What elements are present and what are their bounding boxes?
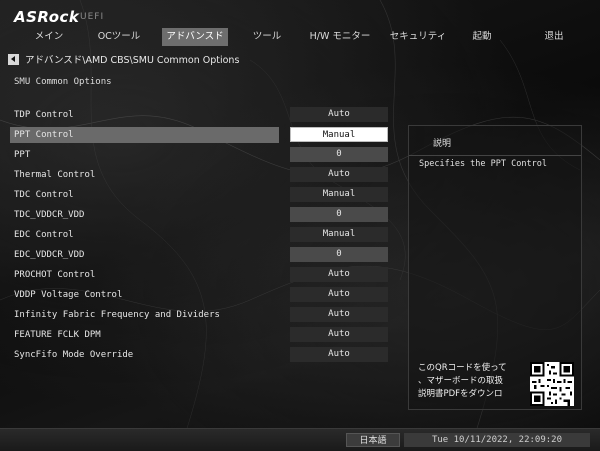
setting-value[interactable]: 0 [290, 147, 388, 162]
setting-label: EDC_VDDCR_VDD [14, 250, 85, 260]
setting-label: TDP Control [14, 110, 74, 120]
setting-row-infinity-fabric[interactable]: Infinity Fabric Frequency and Dividers A… [10, 307, 390, 323]
section-title: SMU Common Options [14, 77, 112, 87]
setting-label: PROCHOT Control [14, 270, 96, 280]
setting-label: TDC Control [14, 190, 74, 200]
setting-value[interactable]: Auto [290, 287, 388, 302]
setting-row-ppt[interactable]: PPT 0 [10, 147, 390, 163]
description-text: Specifies the PPT Control [419, 159, 547, 169]
setting-row-vddp-voltage-control[interactable]: VDDP Voltage Control Auto [10, 287, 390, 303]
qr-text-line: 説明書PDFをダウンロ [418, 389, 503, 399]
setting-row-prochot-control[interactable]: PROCHOT Control Auto [10, 267, 390, 283]
language-button[interactable]: 日本語 [346, 433, 400, 447]
setting-label: TDC_VDDCR_VDD [14, 210, 85, 220]
setting-value[interactable]: Auto [290, 307, 388, 322]
tab-oc-tweaker[interactable]: OCツール [84, 28, 154, 46]
setting-value[interactable]: Auto [290, 267, 388, 282]
tab-security[interactable]: セキュリティ [382, 28, 454, 46]
setting-label: PPT [14, 150, 31, 160]
setting-value[interactable]: Manual [290, 227, 388, 242]
setting-value[interactable]: Auto [290, 327, 388, 342]
setting-row-feature-fclk-dpm[interactable]: FEATURE FCLK DPM Auto [10, 327, 390, 343]
setting-label: SyncFifo Mode Override [14, 350, 134, 360]
setting-row-syncfifo-mode-override[interactable]: SyncFifo Mode Override Auto [10, 347, 390, 363]
setting-row-tdp-control[interactable]: TDP Control Auto [10, 107, 390, 123]
tab-hw-monitor[interactable]: H/W モニター [300, 28, 380, 46]
breadcrumb: アドバンスド\AMD CBS\SMU Common Options [8, 53, 240, 66]
setting-value[interactable]: Auto [290, 347, 388, 362]
divider [409, 155, 581, 156]
uefi-label: UEFI [80, 12, 105, 22]
setting-label: FEATURE FCLK DPM [14, 330, 101, 340]
setting-value[interactable]: Auto [290, 107, 388, 122]
setting-value[interactable]: 0 [290, 247, 388, 262]
qr-instructions: このQRコードを使って 、マザーボードの取扱 説明書PDFをダウンロ [418, 362, 528, 401]
qr-text-line: 、マザーボードの取扱 [418, 376, 504, 386]
asrock-logo: ASRock [14, 8, 80, 26]
tab-advanced[interactable]: アドバンスド [162, 28, 228, 46]
top-navigation: メイン OCツール アドバンスド ツール H/W モニター セキュリティ 起動 … [0, 28, 600, 46]
tab-exit[interactable]: 退出 [526, 28, 582, 46]
setting-row-edc-control[interactable]: EDC Control Manual [10, 227, 390, 243]
setting-row-thermal-control[interactable]: Thermal Control Auto [10, 167, 390, 183]
setting-label: PPT Control [14, 130, 74, 140]
setting-label: Thermal Control [14, 170, 96, 180]
setting-row-edc-vddcr-vdd[interactable]: EDC_VDDCR_VDD 0 [10, 247, 390, 263]
setting-label: Infinity Fabric Frequency and Dividers [14, 310, 220, 320]
qr-code [530, 362, 574, 406]
setting-row-tdc-control[interactable]: TDC Control Manual [10, 187, 390, 203]
tab-tool[interactable]: ツール [234, 28, 300, 46]
tab-main[interactable]: メイン [14, 28, 84, 46]
setting-label: EDC Control [14, 230, 74, 240]
setting-row-tdc-vddcr-vdd[interactable]: TDC_VDDCR_VDD 0 [10, 207, 390, 223]
setting-value[interactable]: Auto [290, 167, 388, 182]
status-bar: 日本語 Tue 10/11/2022, 22:09:20 [0, 428, 600, 451]
breadcrumb-path: アドバンスド\AMD CBS\SMU Common Options [25, 55, 240, 66]
setting-label: VDDP Voltage Control [14, 290, 123, 300]
setting-value[interactable]: 0 [290, 207, 388, 222]
datetime-display: Tue 10/11/2022, 22:09:20 [404, 433, 590, 447]
setting-value[interactable]: Manual [290, 127, 388, 142]
back-arrow-icon[interactable] [8, 53, 19, 65]
description-title: 説明 [433, 139, 452, 149]
tab-boot[interactable]: 起動 [456, 28, 508, 46]
qr-text-line: このQRコードを使って [418, 363, 507, 373]
setting-row-ppt-control[interactable]: PPT Control Manual [10, 127, 390, 143]
setting-value[interactable]: Manual [290, 187, 388, 202]
